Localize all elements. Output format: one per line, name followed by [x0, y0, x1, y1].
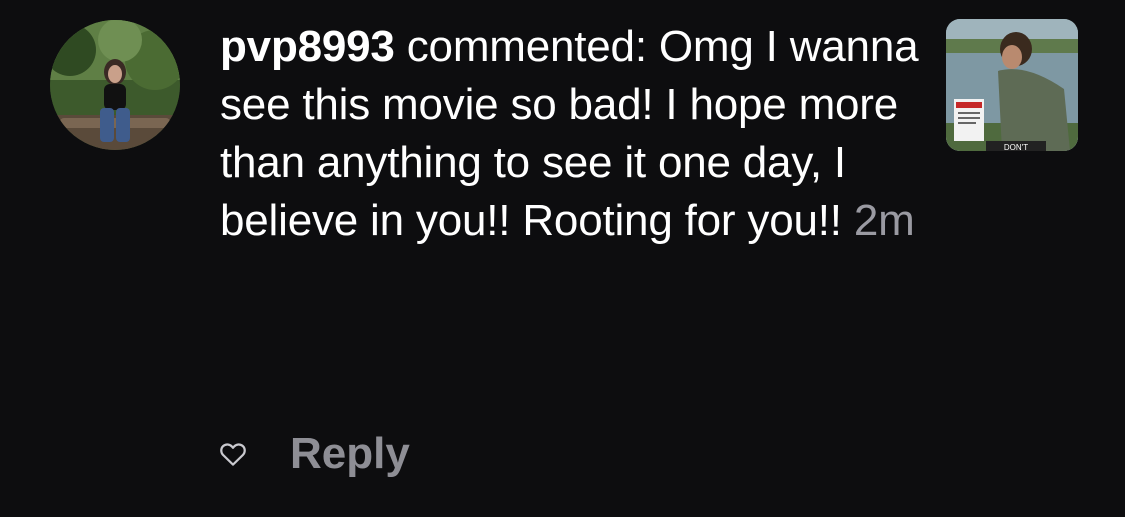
- comment-body: pvp8993 commented: Omg I wanna see this …: [220, 18, 920, 250]
- comment-actions: Reply: [218, 426, 410, 482]
- heart-outline-icon[interactable]: [218, 439, 248, 469]
- avatar-photo: [50, 20, 180, 150]
- comment-verb: commented:: [406, 22, 647, 71]
- comment-timestamp: 2m: [853, 196, 915, 245]
- commenter-avatar[interactable]: [50, 20, 180, 150]
- comment-username[interactable]: pvp8993: [220, 22, 395, 71]
- thumbnail-photo: DON'T: [946, 19, 1078, 151]
- thumbnail-sign-text: DON'T: [1004, 143, 1028, 151]
- post-thumbnail[interactable]: DON'T: [946, 19, 1078, 151]
- reply-button[interactable]: Reply: [290, 429, 410, 479]
